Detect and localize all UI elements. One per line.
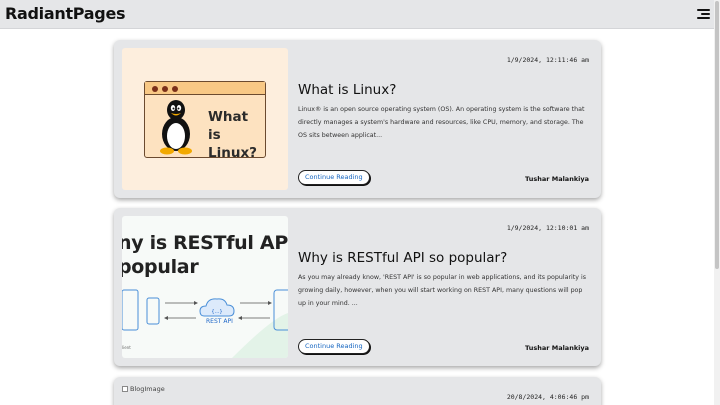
hamburger-menu-icon[interactable] [697,9,710,20]
post-card-restful: ny is RESTful API popular {...} REST API… [114,208,601,366]
site-header: RadiantPages [0,0,714,29]
post-image-alt-text: BlogImage [130,385,165,393]
site-logo[interactable]: RadiantPages [5,4,126,23]
post-author: Tushar Malankiya [525,344,589,352]
scrollbar-thumb[interactable] [715,1,719,269]
post-card-third: BlogImage 20/8/2024, 4:06:46 pm [114,377,601,405]
rest-api-label: REST API [206,318,233,325]
post-card-linux: What is Linux? 1/9/2024, 12:11:46 am Wha… [114,40,601,198]
post-excerpt: Linux® is an open source operating syste… [298,106,585,139]
linux-image-text-line1: What is [208,109,249,143]
rest-cloud-label: {...} [211,309,222,315]
broken-image-icon [122,386,128,392]
post-image-linux: What is Linux? [122,48,288,190]
post-timestamp: 1/9/2024, 12:11:46 am [506,56,589,64]
post-excerpt: As you may already know, 'REST API' is s… [298,274,587,307]
post-image-restful: ny is RESTful API popular {...} REST API… [122,216,288,358]
post-title[interactable]: Why is RESTful API so popular? [298,250,507,266]
post-title[interactable]: What is Linux? [298,82,396,98]
linux-image-text-line2: Linux? [208,145,257,161]
rest-diagram-graphic: {...} [122,289,288,358]
continue-reading-button[interactable]: Continue Reading [298,339,370,354]
continue-reading-button[interactable]: Continue Reading [298,170,370,185]
page-scrollbar[interactable] [714,0,720,405]
rest-image-text-line1: ny is RESTful API [122,232,288,254]
rest-client-label: lient [122,345,131,350]
post-timestamp: 20/8/2024, 4:06:46 pm [506,393,589,401]
tux-penguin-icon [160,100,192,155]
post-author: Tushar Malankiya [525,175,589,183]
post-image-broken: BlogImage [122,385,165,393]
rest-image-text-line2: popular [122,256,199,278]
linux-window-graphic: What is Linux? [144,81,266,161]
post-timestamp: 1/9/2024, 12:10:01 am [506,224,589,232]
